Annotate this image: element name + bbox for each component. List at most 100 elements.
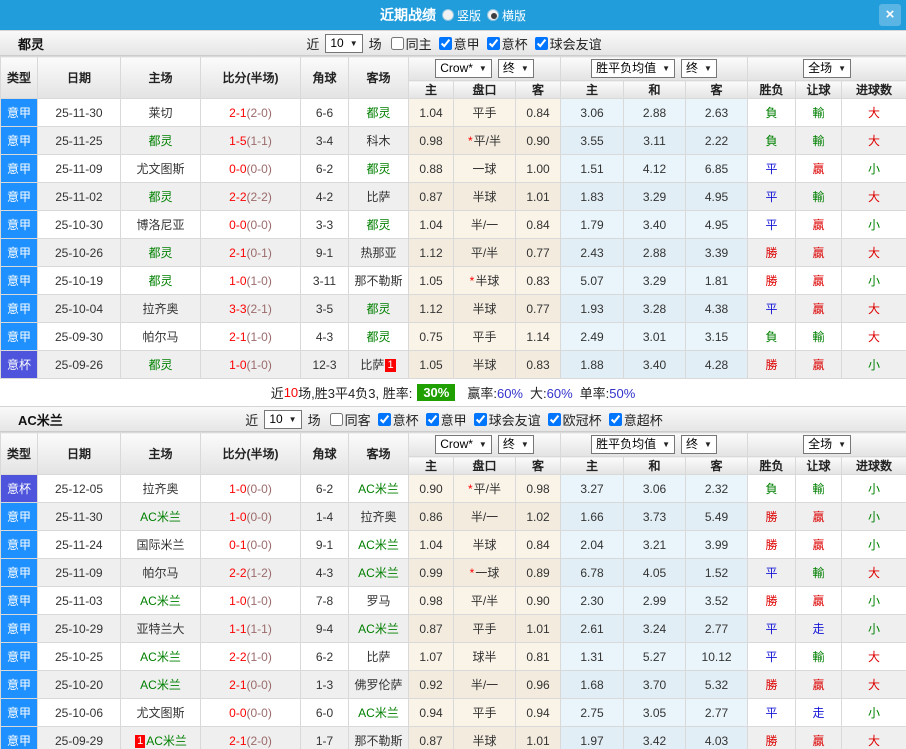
scope-select[interactable]: 全场 ▼: [803, 59, 852, 78]
date-cell: 25-09-29: [37, 726, 121, 749]
fulltime-score: 1-0: [229, 509, 247, 524]
match-count-select[interactable]: 10 ▼: [264, 409, 302, 429]
average-final-select[interactable]: 终 ▼: [681, 59, 717, 78]
average-select[interactable]: 胜平负均值 ▼: [591, 59, 676, 78]
match-outcome-cell: 平: [747, 294, 797, 323]
match-outcome-cell: 負: [747, 98, 797, 127]
filter-checkbox-0[interactable]: [390, 36, 404, 50]
away-odds-cell: 0.83: [514, 350, 562, 379]
odds-final-select[interactable]: 终 ▼: [497, 59, 534, 78]
match-outcome-cell: 勝: [747, 502, 797, 531]
avg-win-cell: 2.49: [560, 322, 625, 351]
halftime-score: (1-2): [246, 565, 272, 580]
handicap-outcome-cell: 贏: [795, 530, 843, 559]
filter-checkbox-0[interactable]: [329, 412, 343, 426]
filter-checkbox-5[interactable]: [608, 412, 622, 426]
avg-lose-cell: 2.77: [685, 698, 749, 727]
odds-final-select[interactable]: 终 ▼: [497, 435, 534, 454]
filter-checkbox-1[interactable]: [438, 36, 452, 50]
radio-icon[interactable]: [487, 9, 499, 21]
avg-win-cell: 2.61: [560, 614, 625, 643]
summary-text: 场,胜3平4负3, 胜率:: [298, 386, 413, 401]
avg-draw-cell: 4.05: [623, 558, 687, 587]
match-row: 意甲 25-09-29 1 AC米兰 2-1(2-0) 1-7 那不勒斯 0.87 半球 1.01…: [0, 726, 906, 749]
outcome-char: 輸: [812, 566, 825, 580]
match-count-select[interactable]: 10 ▼: [325, 33, 363, 53]
filter-checkbox-4[interactable]: [547, 412, 561, 426]
corners-cell: 9-1: [300, 530, 349, 559]
handicap-value: 半球: [472, 302, 497, 316]
bookmaker-select[interactable]: Crow* ▼: [435, 435, 492, 454]
avg-draw-cell: 5.27: [623, 642, 687, 671]
date-cell: 25-11-24: [37, 530, 121, 559]
filter-checkbox-3[interactable]: [473, 412, 487, 426]
filter-checkbox-2[interactable]: [486, 36, 500, 50]
league-type-cell: 意甲: [0, 126, 38, 155]
avg-win-cell: 1.97: [560, 726, 625, 749]
filter-checkbox-3[interactable]: [534, 36, 548, 50]
filter-checkbox-2[interactable]: [425, 412, 439, 426]
home-team-name: 都灵: [148, 190, 173, 204]
average-final-select[interactable]: 终 ▼: [681, 435, 717, 454]
sub-column-header: 主: [560, 456, 625, 475]
corners-cell: 9-4: [300, 614, 349, 643]
away-team-cell: AC米兰: [348, 698, 409, 727]
match-outcome-cell: 勝: [747, 530, 797, 559]
avg-draw-cell: 3.42: [623, 726, 687, 749]
match-row: 意甲 25-10-19 都灵 1-0(1-0) 3-11 那不勒斯 1.05 *半球 0.83 5…: [0, 266, 906, 295]
summary-stat: 大:60%: [530, 383, 573, 402]
away-team-cell: 拉齐奥: [348, 502, 409, 531]
average-select[interactable]: 胜平负均值 ▼: [591, 435, 676, 454]
goals-outcome-cell: 大: [841, 726, 906, 749]
avg-win-cell: 2.04: [560, 530, 625, 559]
goals-outcome-cell: 小: [841, 474, 906, 503]
handicap-outcome-cell: 贏: [795, 210, 843, 239]
home-team-cell: AC米兰: [120, 670, 201, 699]
handicap-star: *: [467, 482, 473, 496]
home-team-cell: 莱切: [120, 98, 201, 127]
filter-checkbox-1[interactable]: [377, 412, 391, 426]
score-cell: 0-0(0-0): [200, 210, 301, 239]
layout-option-label: 竖版: [456, 8, 481, 23]
close-icon[interactable]: ×: [879, 4, 901, 26]
radio-icon[interactable]: [441, 9, 454, 21]
scope-select[interactable]: 全场 ▼: [803, 435, 852, 454]
match-outcome-cell: 勝: [747, 238, 797, 267]
away-odds-cell: 0.96: [514, 670, 562, 699]
away-odds-cell: 0.90: [514, 126, 562, 155]
home-odds-cell: 1.04: [408, 210, 454, 239]
score-cell: 2-2(2-2): [200, 182, 301, 211]
home-team-name: 帕尔马: [142, 330, 179, 344]
fulltime-score: 1-0: [229, 357, 247, 372]
halftime-score: (1-0): [246, 273, 272, 288]
outcome-char: 大: [868, 678, 881, 692]
avg-lose-cell: 4.03: [685, 726, 749, 749]
avg-win-cell: 5.07: [560, 266, 625, 295]
layout-option-vertical[interactable]: 竖版: [441, 7, 481, 24]
away-team-cell: 都灵: [348, 322, 409, 351]
handicap-cell: 半球: [453, 182, 516, 211]
odds-final-select-value: 终: [502, 61, 515, 75]
column-header: 客场: [348, 56, 409, 99]
score-cell: 0-1(0-0): [200, 530, 301, 559]
away-odds-cell: 0.84: [514, 98, 562, 127]
corners-cell: 6-2: [300, 474, 349, 503]
home-team-name: 都灵: [148, 274, 173, 288]
filter-checkbox-label: 同客: [344, 412, 371, 428]
results-table: 类型 日期 主场 比分(半场) 角球 客场 Crow* ▼ 终 ▼ 胜平负均值 ▼ 终 ▼ 全场 ▼ 主盘口客主…: [0, 432, 906, 749]
corners-cell: 1-4: [300, 502, 349, 531]
corners-cell: 1-3: [300, 670, 349, 699]
match-row: 意甲 25-10-26 都灵 2-1(0-1) 9-1 热那亚 1.12 平/半 0.77 2.4…: [0, 238, 906, 267]
handicap-cell: 平/半: [453, 238, 516, 267]
goals-outcome-cell: 大: [841, 294, 906, 323]
bookmaker-select[interactable]: Crow* ▼: [435, 59, 492, 78]
home-odds-cell: 0.87: [408, 726, 454, 749]
corners-cell: 6-2: [300, 642, 349, 671]
result-group-header: 全场 ▼: [747, 432, 906, 457]
match-row: 意甲 25-11-30 AC米兰 1-0(0-0) 1-4 拉齐奥 0.86 半/一 1.02 1…: [0, 502, 906, 531]
home-team-name: 都灵: [148, 134, 173, 148]
layout-option-horizontal[interactable]: 横版: [487, 7, 526, 24]
goals-outcome-cell: 大: [841, 182, 906, 211]
halftime-score: (2-0): [246, 733, 272, 748]
sub-column-header: 和: [623, 456, 687, 475]
